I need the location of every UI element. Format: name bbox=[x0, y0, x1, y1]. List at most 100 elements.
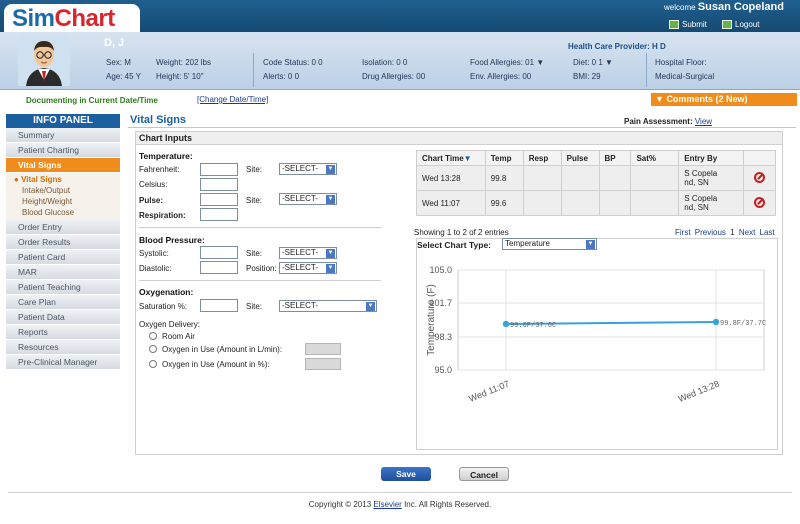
food-allergies[interactable]: Food Allergies: 01 ▼ bbox=[470, 58, 544, 67]
pager-first[interactable]: First bbox=[675, 228, 691, 237]
col-temp[interactable]: Temp bbox=[484, 150, 524, 166]
dropdown-arrow-icon: ▼ bbox=[326, 194, 335, 204]
nav-pre-clinical-manager[interactable]: Pre-Clinical Manager bbox=[6, 355, 120, 370]
nav-order-results[interactable]: Order Results bbox=[6, 235, 120, 250]
delete-icon[interactable] bbox=[754, 196, 766, 208]
pager-next[interactable]: Next bbox=[739, 228, 755, 237]
fahrenheit-label: Fahrenheit: bbox=[139, 165, 180, 174]
dropdown-arrow-icon: ▼ bbox=[366, 301, 375, 311]
respiration-input[interactable] bbox=[200, 208, 238, 221]
cell-entry-by: S Copela nd, SN bbox=[678, 190, 745, 216]
nav-patient-charting[interactable]: Patient Charting bbox=[6, 143, 120, 158]
entry-by-line-2: nd, SN bbox=[684, 178, 709, 187]
isolation: Isolation: 0 0 bbox=[362, 58, 408, 67]
nav-summary[interactable]: Summary bbox=[6, 128, 120, 143]
o2-site-select[interactable]: -SELECT- ▼ bbox=[279, 300, 377, 312]
col-entry-by[interactable]: Entry By bbox=[678, 150, 745, 166]
pulse-input[interactable] bbox=[200, 193, 238, 206]
oxygen-pct-input[interactable] bbox=[305, 358, 341, 370]
pager-previous[interactable]: Previous bbox=[695, 228, 726, 237]
pain-assessment-label: Pain Assessment: bbox=[624, 117, 693, 126]
position-select[interactable]: -SELECT- ▼ bbox=[279, 262, 337, 274]
bp-site-select[interactable]: -SELECT- ▼ bbox=[279, 247, 337, 259]
col-bp[interactable]: BP bbox=[598, 150, 632, 166]
page-title: Vital Signs bbox=[130, 114, 187, 126]
welcome-label: welcome bbox=[664, 3, 696, 12]
nav-order-entry[interactable]: Order Entry bbox=[6, 220, 120, 235]
nav-patient-teaching[interactable]: Patient Teaching bbox=[6, 280, 120, 295]
nav-patient-data[interactable]: Patient Data bbox=[6, 310, 120, 325]
comments-button[interactable]: ▼ Comments (2 New) bbox=[651, 93, 797, 106]
footer-rights: Inc. All Rights Reserved. bbox=[404, 500, 492, 509]
oxygenation-heading: Oxygenation: bbox=[139, 287, 194, 297]
pulse-site-select[interactable]: -SELECT- ▼ bbox=[279, 193, 337, 205]
subnav-height-weight[interactable]: Height/Weight bbox=[6, 196, 120, 207]
submit-button[interactable]: Submit bbox=[669, 20, 707, 29]
nav-patient-card[interactable]: Patient Card bbox=[6, 250, 120, 265]
divider bbox=[253, 53, 254, 87]
subnav-vital-signs[interactable]: ● Vital Signs bbox=[6, 174, 120, 185]
footer-elsevier-link[interactable]: Elsevier bbox=[373, 500, 401, 509]
nav-resources[interactable]: Resources bbox=[6, 340, 120, 355]
y-tick-label: 105.0 bbox=[429, 265, 452, 275]
col-sat[interactable]: Sat% bbox=[630, 150, 680, 166]
temp-site-select[interactable]: -SELECT- ▼ bbox=[279, 163, 337, 175]
blood-pressure-heading: Blood Pressure: bbox=[139, 235, 205, 245]
subnav-blood-glucose[interactable]: Blood Glucose bbox=[6, 207, 120, 218]
info-panel-title: INFO PANEL bbox=[6, 114, 120, 128]
cell-sat bbox=[630, 190, 680, 216]
chart-type-select[interactable]: Temperature ▼ bbox=[502, 238, 597, 250]
room-air-radio[interactable] bbox=[149, 332, 157, 340]
vital-signs-table: Chart Time▼ Temp Resp Pulse BP Sat% Entr… bbox=[416, 150, 776, 216]
cell-bp bbox=[598, 165, 632, 191]
col-pulse[interactable]: Pulse bbox=[560, 150, 600, 166]
pain-assessment: Pain Assessment: View bbox=[624, 117, 712, 126]
change-date-link[interactable]: [Change Date/Time] bbox=[197, 95, 268, 104]
data-point bbox=[502, 320, 510, 328]
pulse-site-label: Site: bbox=[246, 196, 263, 205]
fahrenheit-input[interactable] bbox=[200, 163, 238, 176]
diastolic-input[interactable] bbox=[200, 261, 238, 274]
oxygen-pct-radio[interactable] bbox=[149, 360, 157, 368]
saturation-input[interactable] bbox=[200, 299, 238, 312]
save-button[interactable]: Save bbox=[381, 467, 431, 481]
cell-chart-time: Wed 11:07 bbox=[416, 190, 486, 216]
delete-icon[interactable] bbox=[754, 171, 766, 183]
nav-mar[interactable]: MAR bbox=[6, 265, 120, 280]
logout-button[interactable]: Logout bbox=[722, 20, 759, 29]
pager-last[interactable]: Last bbox=[760, 228, 775, 237]
celsius-label: Celsius: bbox=[139, 180, 168, 189]
nav-care-plan[interactable]: Care Plan bbox=[6, 295, 120, 310]
dropdown-arrow-icon: ▼ bbox=[586, 239, 595, 249]
pain-assessment-view-link[interactable]: View bbox=[695, 117, 712, 126]
x-tick-label: Wed 11:07 bbox=[467, 379, 510, 404]
systolic-label: Systolic: bbox=[139, 249, 169, 258]
patient-height: Height: 5' 10" bbox=[156, 72, 204, 81]
col-resp[interactable]: Resp bbox=[522, 150, 562, 166]
diet[interactable]: Diet: 0 1 ▼ bbox=[573, 58, 613, 67]
nav-reports[interactable]: Reports bbox=[6, 325, 120, 340]
user-name: Susan Copeland bbox=[697, 1, 784, 13]
o2-site-value: -SELECT- bbox=[282, 301, 319, 310]
celsius-input[interactable] bbox=[200, 178, 238, 191]
y-tick-label: 98.3 bbox=[434, 332, 452, 342]
systolic-input[interactable] bbox=[200, 246, 238, 259]
oxygen-lmin-input[interactable] bbox=[305, 343, 341, 355]
col-chart-time[interactable]: Chart Time▼ bbox=[416, 150, 486, 166]
oxygen-lmin-radio[interactable] bbox=[149, 345, 157, 353]
diet-text: Diet: 0 1 bbox=[573, 58, 603, 67]
x-tick-label: Wed 13:28 bbox=[677, 379, 721, 405]
cell-pulse bbox=[560, 165, 600, 191]
logout-icon bbox=[722, 20, 732, 29]
nav-vital-signs[interactable]: Vital Signs bbox=[6, 158, 120, 173]
cell-resp bbox=[522, 190, 562, 216]
cell-actions bbox=[743, 165, 776, 191]
dropdown-arrow-icon: ▼ bbox=[326, 263, 335, 273]
chart-type-label: Select Chart Type: bbox=[417, 240, 492, 250]
cancel-button[interactable]: Cancel bbox=[459, 467, 509, 481]
divider bbox=[139, 227, 381, 228]
bp-site-label: Site: bbox=[246, 249, 263, 258]
pager-current: 1 bbox=[730, 228, 735, 237]
y-tick-label: 95.0 bbox=[434, 365, 452, 375]
subnav-intake-output[interactable]: Intake/Output bbox=[6, 185, 120, 196]
